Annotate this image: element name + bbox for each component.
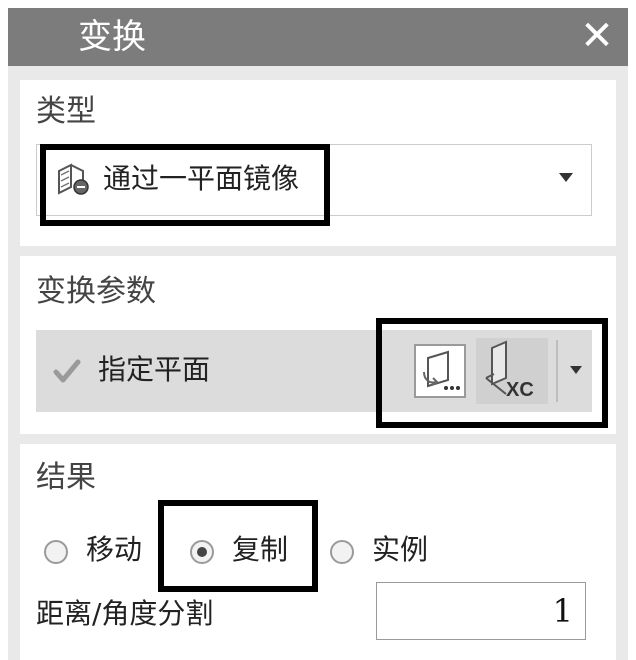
- type-select[interactable]: 通过一平面镜像: [36, 144, 592, 216]
- radio-instance[interactable]: [330, 540, 354, 564]
- distance-angle-input[interactable]: 1: [376, 582, 586, 640]
- chevron-down-icon[interactable]: [559, 173, 573, 182]
- title-bar[interactable]: 变换 ✕: [8, 8, 628, 66]
- params-section-label: 变换参数: [36, 274, 156, 309]
- radio-move[interactable]: [44, 540, 68, 564]
- distance-angle-label: 距离/角度分割: [36, 597, 214, 630]
- mirror-plane-icon: [58, 163, 89, 195]
- radio-instance-label[interactable]: 实例: [372, 530, 428, 570]
- radio-move-label[interactable]: 移动: [86, 530, 142, 570]
- type-select-value: 通过一平面镜像: [103, 162, 300, 195]
- xc-plane-button[interactable]: XC: [476, 338, 548, 404]
- type-section: 类型 通过一平面镜像: [20, 80, 616, 246]
- transform-dialog: 变换 ✕ 类型 通过一平面镜像 变换参数 指定平面 XC 结果 移动 复制 实例…: [8, 8, 628, 660]
- result-section: 结果 移动 复制 实例 距离/角度分割 1: [20, 444, 616, 660]
- plane-dialog-button[interactable]: [414, 344, 466, 398]
- close-icon[interactable]: ✕: [576, 14, 618, 58]
- radio-copy-label[interactable]: 复制: [232, 530, 288, 570]
- button-separator: [556, 340, 558, 402]
- radio-copy[interactable]: [190, 540, 214, 564]
- chevron-down-icon[interactable]: [570, 366, 582, 374]
- xc-icon-text: XC: [506, 379, 534, 401]
- xc-plane-icon: XC: [485, 340, 534, 401]
- specify-plane-row[interactable]: 指定平面 XC: [36, 330, 592, 412]
- plane-dialog-icon: [423, 350, 460, 390]
- type-section-label: 类型: [36, 94, 96, 129]
- result-section-label: 结果: [36, 460, 96, 495]
- params-section: 变换参数 指定平面 XC: [20, 256, 616, 434]
- specify-plane-label: 指定平面: [98, 353, 211, 386]
- checkmark-icon: [53, 359, 81, 383]
- dialog-title: 变换: [78, 17, 146, 57]
